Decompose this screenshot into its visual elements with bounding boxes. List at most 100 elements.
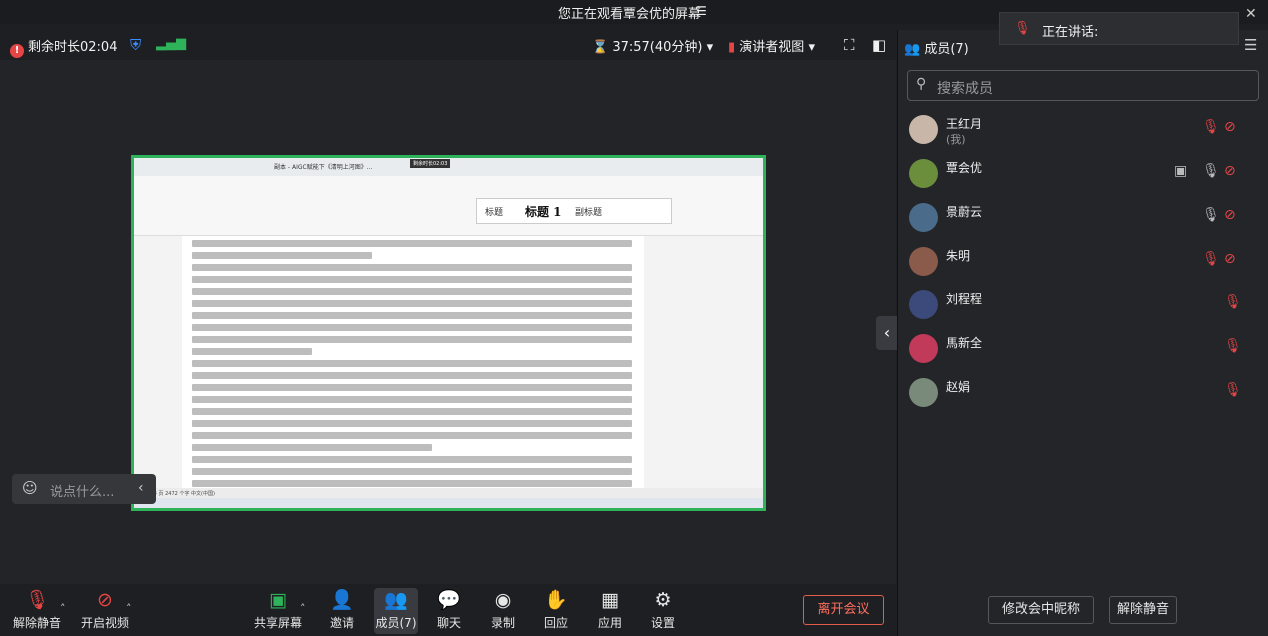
text-line xyxy=(192,444,432,451)
styles-gallery: 标题 标题 1 副标题 xyxy=(476,198,672,224)
rename-button[interactable]: 修改会中昵称 xyxy=(988,596,1094,624)
invite-button[interactable]: 👤 邀请 xyxy=(324,588,360,631)
member-item[interactable]: 赵娟 🎙 xyxy=(898,372,1268,416)
hand-icon: ✋ xyxy=(544,589,568,611)
camera-off-icon[interactable]: ⊘ xyxy=(1224,119,1236,135)
settings-button[interactable]: ⚙ 设置 xyxy=(648,588,678,631)
unmute-button[interactable]: 🎙 解除静音 xyxy=(10,588,64,631)
collapse-icon[interactable]: ‹ xyxy=(138,480,144,496)
layout-icon: ▮ xyxy=(728,40,736,55)
sidebar-toggle-icon[interactable]: ◧ xyxy=(872,36,886,54)
close-icon[interactable]: ✕ xyxy=(1245,6,1257,22)
unmute-label: 解除静音 xyxy=(12,616,61,630)
member-item[interactable]: 王红月 (我) 🎙 ⊘ xyxy=(898,109,1268,153)
mic-muted-icon[interactable]: 🎙 xyxy=(1224,382,1242,398)
text-line xyxy=(192,324,632,331)
mic-icon[interactable]: 🎙 xyxy=(1202,163,1220,179)
list-icon[interactable]: ☰ xyxy=(696,4,707,18)
speaking-indicator: 🎙 正在讲话: xyxy=(999,12,1239,45)
menu-icon[interactable]: ☰ xyxy=(1244,36,1257,54)
os-taskbar xyxy=(134,498,763,508)
video-button[interactable]: ⊘ 开启视频 xyxy=(78,588,132,631)
doc-filename: 副本 - AIGC赋能下《清明上河图》... xyxy=(274,164,373,171)
text-line xyxy=(192,276,632,283)
chevron-left-icon[interactable]: ‹ xyxy=(876,316,898,350)
member-item[interactable]: 覃会优 ▣ 🎙 ⊘ xyxy=(898,153,1268,197)
member-item[interactable]: 景蔚云 🎙 ⊘ xyxy=(898,197,1268,241)
camera-off-icon[interactable]: ⊘ xyxy=(1224,251,1236,267)
apps-button[interactable]: ▦ 应用 xyxy=(595,588,625,631)
timer[interactable]: ⌛ 37:57(40分钟) ▾ xyxy=(592,36,713,55)
react-button[interactable]: ✋ 回应 xyxy=(541,588,571,631)
mic-muted-icon[interactable]: 🎙 xyxy=(1224,338,1242,354)
chat-button[interactable]: 💬 聊天 xyxy=(434,588,464,631)
screen-share-icon[interactable]: ▣ xyxy=(1174,163,1187,179)
mic-muted-icon[interactable]: 🎙 xyxy=(1202,251,1220,267)
member-item[interactable]: 朱明 🎙 ⊘ xyxy=(898,241,1268,285)
text-line xyxy=(192,360,632,367)
mic-muted-icon: 🎙 xyxy=(24,589,50,611)
meeting-toolbar: ! 剩余时长02:04 ⛨ ▂▄▆ ⌛ 37:57(40分钟) ▾ ▮ 演讲者视图… xyxy=(0,30,896,60)
apps-label: 应用 xyxy=(597,616,622,630)
text-line xyxy=(192,348,312,355)
unmute-all-button[interactable]: 解除静音 xyxy=(1109,596,1177,624)
leave-meeting-button[interactable]: 离开会议 xyxy=(803,595,884,625)
style-heading1: 标题 1 xyxy=(525,205,562,219)
mic-muted-icon[interactable]: 🎙 xyxy=(1202,119,1220,135)
text-line xyxy=(192,456,632,463)
text-line xyxy=(192,420,632,427)
chat-placeholder: 说点什么... xyxy=(50,485,115,500)
camera-off-icon[interactable]: ⊘ xyxy=(1224,207,1236,223)
chat-input[interactable]: ☺ 说点什么... ‹ xyxy=(12,474,156,504)
bottom-bar: 🎙 解除静音 ˄ ⊘ 开启视频 ˄ ▣ 共享屏幕 ˄ 👤 邀请 👥 成员(7) 💬 聊天 ◉… xyxy=(0,584,896,636)
speaking-label: 正在讲话: xyxy=(1042,25,1099,40)
style-subtitle: 副标题 xyxy=(575,208,603,218)
chevron-up-icon[interactable]: ˄ xyxy=(60,602,66,615)
text-line xyxy=(192,468,632,475)
search-icon: ⚲ xyxy=(916,76,927,92)
members-button[interactable]: 👥 成员(7) xyxy=(374,588,418,634)
view-mode-label: 演讲者视图 xyxy=(739,40,805,55)
shield-icon[interactable]: ⛨ xyxy=(130,36,141,54)
member-name: 王红月 xyxy=(946,117,983,131)
member-item[interactable]: 刘程程 🎙 xyxy=(898,284,1268,328)
react-label: 回应 xyxy=(543,616,568,630)
doc-record-label: 剩余时长02:03 xyxy=(410,159,451,168)
mic-icon[interactable]: 🎙 xyxy=(1202,207,1220,223)
chevron-down-icon: ▾ xyxy=(706,40,714,55)
share-screen-button[interactable]: ▣ 共享屏幕 xyxy=(252,588,304,631)
text-line xyxy=(192,480,632,487)
emoji-icon[interactable]: ☺ xyxy=(22,479,38,497)
remaining-time-label: 剩余时长02:04 xyxy=(28,40,118,55)
view-mode-button[interactable]: ▮ 演讲者视图 ▾ xyxy=(728,36,815,55)
doc-ribbon: 标题 标题 1 副标题 xyxy=(134,176,763,236)
signal-icon[interactable]: ▂▄▆ xyxy=(156,36,186,51)
chevron-up-icon[interactable]: ˄ xyxy=(300,602,306,615)
mic-muted-icon[interactable]: 🎙 xyxy=(1224,294,1242,310)
chevron-up-icon[interactable]: ˄ xyxy=(126,602,132,615)
camera-off-icon[interactable]: ⊘ xyxy=(1224,163,1236,179)
avatar xyxy=(909,247,938,276)
member-name: 朱明 xyxy=(946,249,971,263)
video-label: 开启视频 xyxy=(80,616,129,630)
text-line xyxy=(192,252,372,259)
chat-icon: 💬 xyxy=(437,589,461,611)
style-normal: 标题 xyxy=(485,208,504,218)
member-search-input[interactable]: ⚲ 搜索成员 xyxy=(907,70,1259,101)
text-line xyxy=(192,408,632,415)
text-line xyxy=(192,264,632,271)
panel-title: 👥 成员(7) xyxy=(904,38,969,57)
record-icon: ◉ xyxy=(494,589,512,611)
share-screen-icon: ▣ xyxy=(269,589,287,611)
panel-title-label: 成员(7) xyxy=(924,42,969,57)
avatar xyxy=(909,290,938,319)
avatar xyxy=(909,203,938,232)
record-button[interactable]: ◉ 录制 xyxy=(488,588,518,631)
member-item[interactable]: 馬新全 🎙 xyxy=(898,328,1268,372)
member-name: 赵娟 xyxy=(946,380,971,394)
shared-screen[interactable]: 副本 - AIGC赋能下《清明上河图》... 剩余时长02:03 标题 标题 1… xyxy=(131,155,766,511)
hourglass-icon: ⌛ xyxy=(592,40,613,55)
text-line xyxy=(192,432,632,439)
text-line xyxy=(192,288,632,295)
fullscreen-icon[interactable]: ⛶ xyxy=(844,36,855,54)
